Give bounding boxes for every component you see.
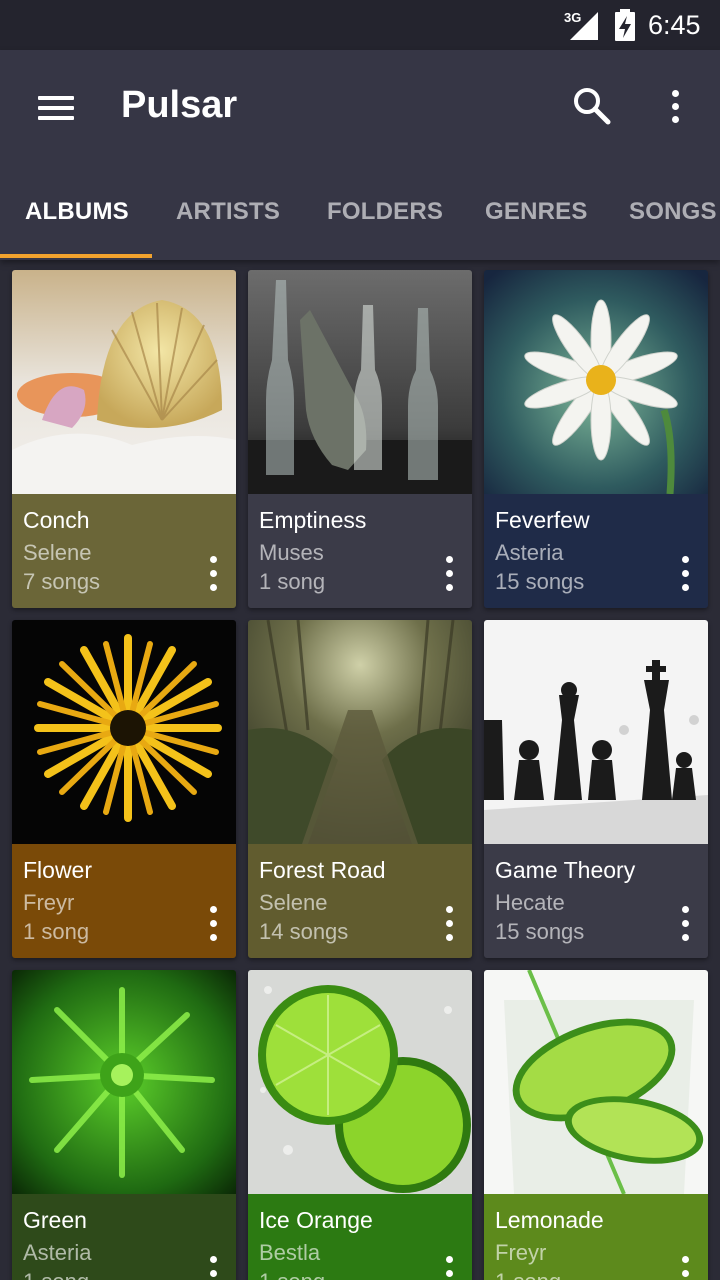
svg-text:3G: 3G [564, 10, 581, 25]
album-card-forest-road[interactable]: Forest Road Selene 14 songs [248, 620, 472, 958]
album-info: Forest Road Selene 14 songs [248, 844, 472, 958]
album-info: Conch Selene 7 songs [12, 494, 236, 608]
album-card-flower[interactable]: Flower Freyr 1 song [12, 620, 236, 958]
tab-genres[interactable]: GENRES [485, 198, 588, 226]
album-info: Emptiness Muses 1 song [248, 494, 472, 608]
album-card-conch[interactable]: Conch Selene 7 songs [12, 270, 236, 608]
album-artist: Freyr [495, 1240, 547, 1265]
album-song-count: 14 songs [259, 919, 349, 944]
album-card-lemonade[interactable]: Lemonade Freyr 1 song [484, 970, 708, 1280]
clock: 6:45 [648, 10, 701, 40]
app-bar: Pulsar ALBUMS ARTISTS FOLDERS GENRES SON… [0, 50, 720, 260]
album-artist: Bestla [259, 1240, 321, 1265]
album-info: Game Theory Hecate 15 songs [484, 844, 708, 958]
album-overflow-icon[interactable] [438, 904, 460, 944]
album-card-ice-orange[interactable]: Ice Orange Bestla 1 song [248, 970, 472, 1280]
album-artist: Selene [259, 890, 328, 915]
tab-indicator [0, 254, 152, 258]
album-artist: Hecate [495, 890, 565, 915]
album-song-count: 1 song [23, 919, 90, 944]
album-card-emptiness[interactable]: Emptiness Muses 1 song [248, 270, 472, 608]
album-overflow-icon[interactable] [202, 904, 224, 944]
tab-albums[interactable]: ALBUMS [25, 198, 129, 226]
album-overflow-icon[interactable] [202, 1254, 224, 1280]
album-art-bottles [248, 270, 472, 494]
album-info: Green Asteria 1 song [12, 1194, 236, 1280]
album-name: Forest Road [259, 857, 386, 883]
album-art-lime [248, 970, 472, 1194]
signal-3g-icon: 3G [564, 10, 598, 40]
album-overflow-icon[interactable] [202, 554, 224, 594]
album-artist: Muses [259, 540, 324, 565]
album-overflow-icon[interactable] [674, 554, 696, 594]
album-song-count: 1 song [259, 1269, 325, 1280]
album-overflow-icon[interactable] [674, 1254, 696, 1280]
album-grid: Conch Selene 7 songs Emptiness Muses 1 s… [0, 260, 720, 1280]
album-artist: Selene [23, 540, 92, 565]
album-song-count: 1 song [23, 1269, 89, 1280]
battery-charging-icon [615, 9, 635, 41]
album-name: Feverfew [495, 507, 590, 533]
album-info: Lemonade Freyr 1 song [484, 1194, 708, 1280]
tab-bar: ALBUMS ARTISTS FOLDERS GENRES SONGS [0, 178, 720, 260]
album-art-shell [12, 270, 236, 494]
tab-songs[interactable]: SONGS [629, 198, 717, 226]
album-overflow-icon[interactable] [674, 904, 696, 944]
album-artist: Asteria [23, 1240, 92, 1265]
tab-artists[interactable]: ARTISTS [176, 198, 280, 226]
album-song-count: 1 song [495, 1269, 561, 1280]
album-card-feverfew[interactable]: Feverfew Asteria 15 songs [484, 270, 708, 608]
album-song-count: 15 songs [495, 919, 585, 944]
search-icon[interactable] [568, 82, 616, 130]
album-name: Green [23, 1207, 87, 1233]
app-title: Pulsar [121, 84, 238, 126]
tab-folders[interactable]: FOLDERS [327, 198, 443, 226]
album-card-game-theory[interactable]: Game Theory Hecate 15 songs [484, 620, 708, 958]
album-song-count: 1 song [259, 569, 326, 594]
album-art-yellow-flower [12, 620, 236, 844]
album-name: Emptiness [259, 507, 367, 533]
album-name: Conch [23, 507, 90, 533]
album-song-count: 15 songs [495, 569, 585, 594]
album-name: Flower [23, 857, 93, 883]
album-art-lemonade [484, 970, 708, 1194]
album-art-chess [484, 620, 708, 844]
album-overflow-icon[interactable] [438, 1254, 460, 1280]
overflow-menu-icon[interactable] [660, 82, 692, 130]
status-bar: 3G 6:45 [0, 0, 720, 50]
album-info: Ice Orange Bestla 1 song [248, 1194, 472, 1280]
album-art-green-plant [12, 970, 236, 1194]
album-artist: Freyr [23, 890, 75, 915]
album-info: Feverfew Asteria 15 songs [484, 494, 708, 608]
album-card-green[interactable]: Green Asteria 1 song [12, 970, 236, 1280]
album-art-forest [248, 620, 472, 844]
album-artist: Asteria [495, 540, 564, 565]
menu-icon[interactable] [30, 88, 82, 128]
album-name: Lemonade [495, 1207, 604, 1233]
album-art-daisy [484, 270, 708, 494]
album-name: Game Theory [495, 857, 636, 883]
album-info: Flower Freyr 1 song [12, 844, 236, 958]
album-overflow-icon[interactable] [438, 554, 460, 594]
album-song-count: 7 songs [23, 569, 101, 594]
album-name: Ice Orange [259, 1207, 373, 1233]
